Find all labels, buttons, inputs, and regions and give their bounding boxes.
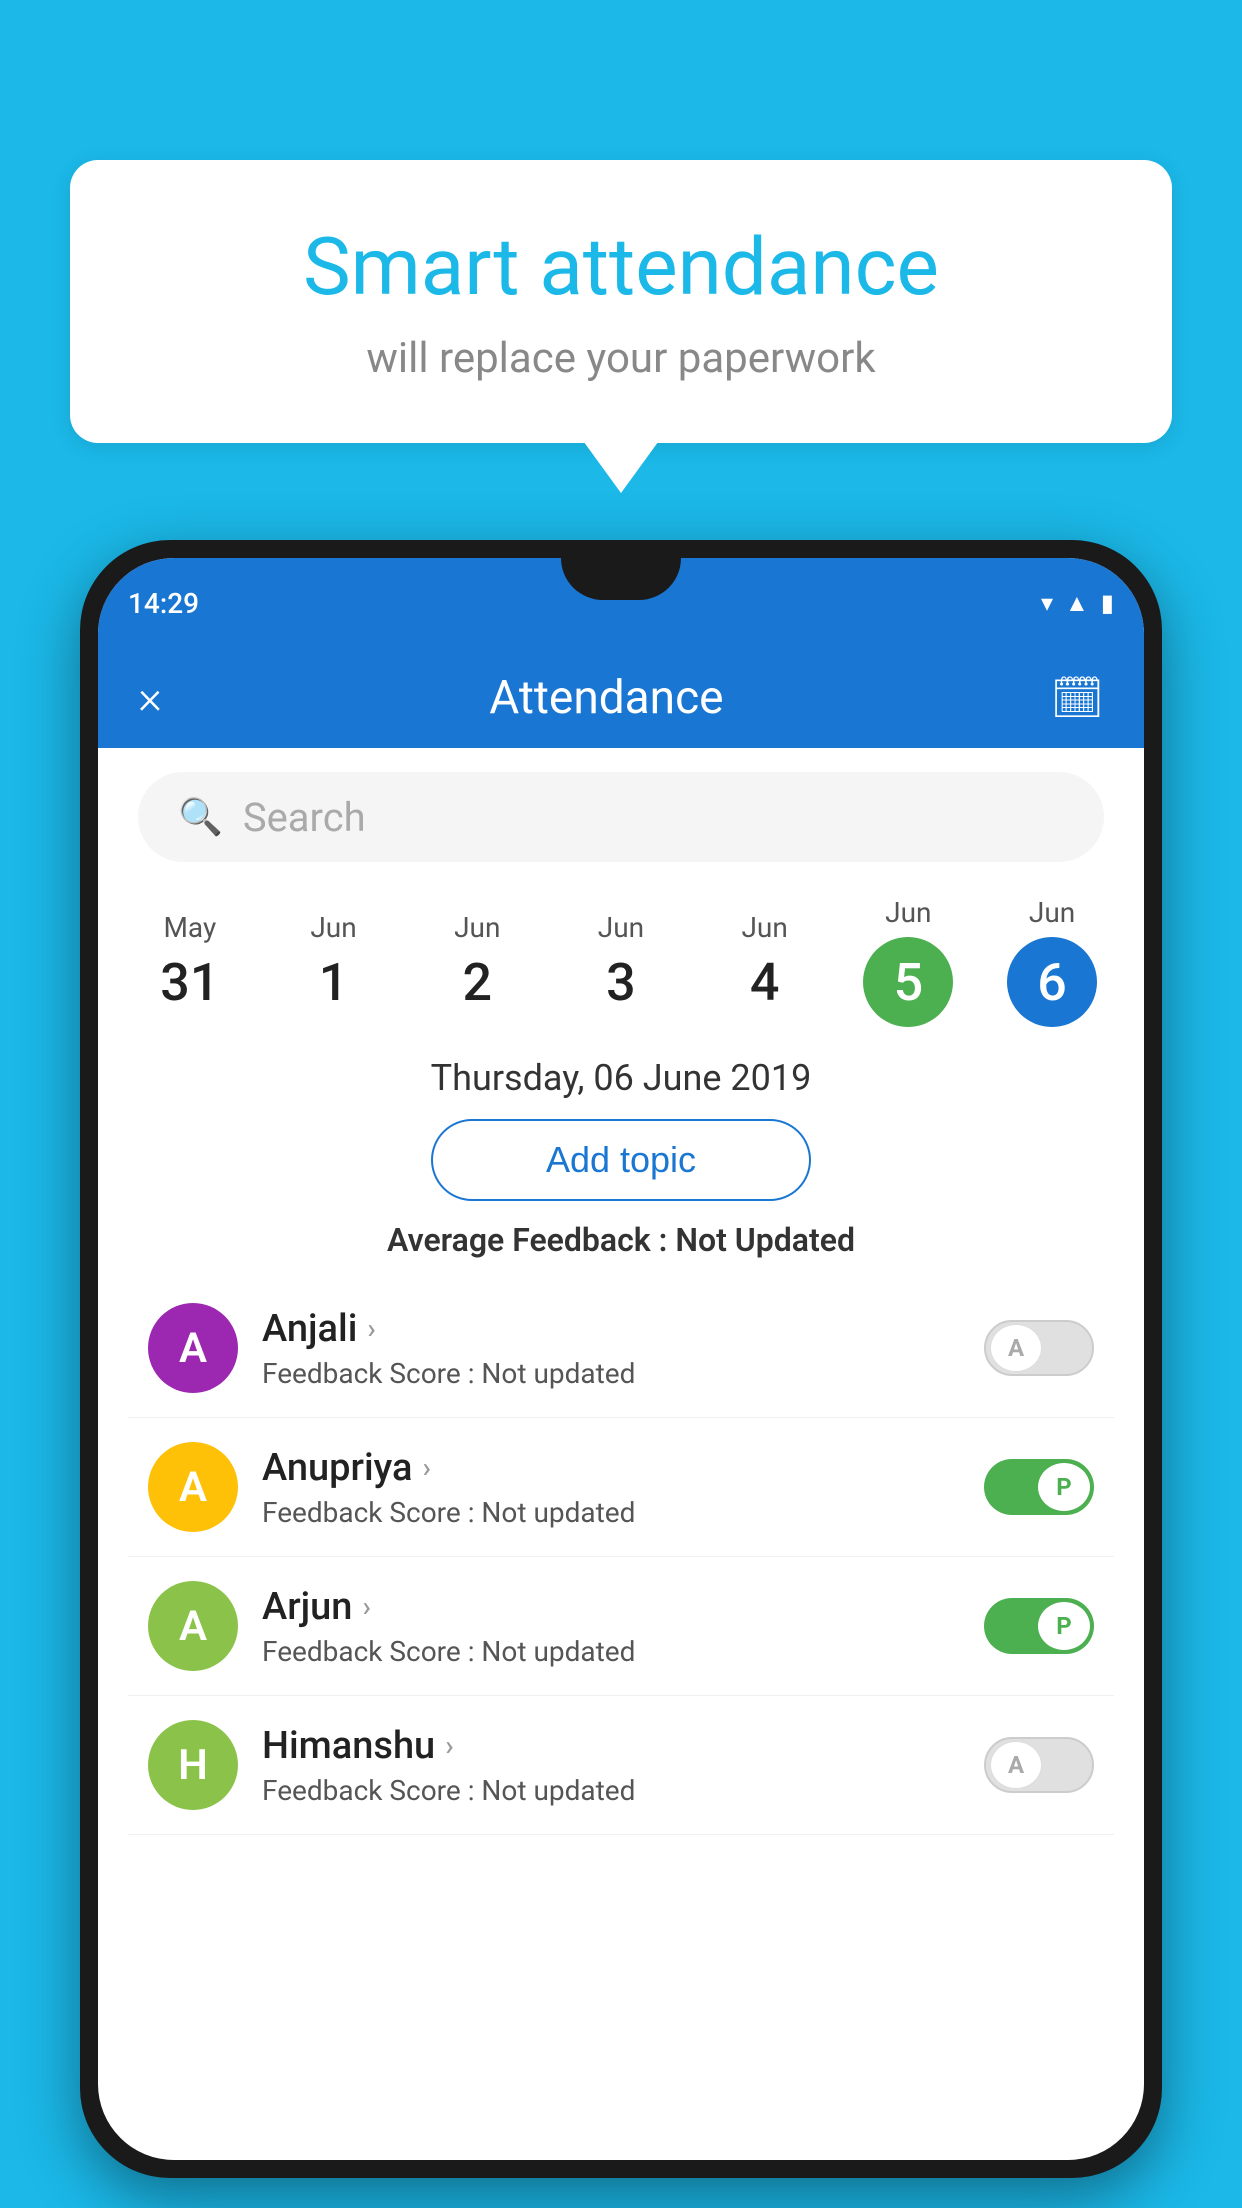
signal-icon: ▲ (1065, 589, 1089, 618)
student-name-anjali: Anjali (262, 1307, 357, 1351)
battery-icon: ▮ (1101, 589, 1114, 617)
student-name-arjun: Arjun (262, 1585, 352, 1629)
student-info-himanshu: Himanshu › Feedback Score : Not updated (262, 1724, 960, 1807)
status-bar: 14:29 ▾ ▲ ▮ (98, 558, 1144, 648)
selected-date-label: Thursday, 06 June 2019 (431, 1057, 812, 1099)
feedback-value-arjun: Not updated (481, 1635, 635, 1668)
attendance-toggle-anjali[interactable]: A (984, 1320, 1094, 1376)
feedback-value-anupriya: Not updated (481, 1496, 635, 1529)
student-info-anjali: Anjali › Feedback Score : Not updated (262, 1307, 960, 1390)
app-header: × Attendance 🗓 (98, 648, 1144, 748)
feedback-label-anupriya: Feedback Score : (262, 1496, 481, 1529)
feedback-value-anjali: Not updated (481, 1357, 635, 1390)
chevron-icon-arjun: › (362, 1590, 370, 1623)
feedback-label-anjali: Feedback Score : (262, 1357, 481, 1390)
calendar-icon[interactable]: 🗓 (1051, 674, 1104, 723)
student-info-arjun: Arjun › Feedback Score : Not updated (262, 1585, 960, 1668)
avatar-anupriya: A (148, 1442, 238, 1532)
date-item-may31[interactable]: May 31 (125, 911, 255, 1013)
status-time: 14:29 (128, 587, 199, 620)
student-info-anupriya: Anupriya › Feedback Score : Not updated (262, 1446, 960, 1529)
phone-frame: 14:29 ▾ ▲ ▮ × Attendance 🗓 🔍 Search May … (80, 540, 1162, 2178)
close-button[interactable]: × (138, 671, 162, 725)
date-item-jun6-selected[interactable]: Jun 6 (987, 896, 1117, 1027)
avatar-himanshu: H (148, 1720, 238, 1810)
avatar-anjali: A (148, 1303, 238, 1393)
speech-bubble-container: Smart attendance will replace your paper… (70, 160, 1172, 443)
toggle-knob-anjali: A (990, 1324, 1042, 1372)
chevron-icon-anjali: › (367, 1312, 375, 1345)
student-name-himanshu: Himanshu (262, 1724, 435, 1768)
chevron-icon-anupriya: › (422, 1451, 430, 1484)
header-title: Attendance (489, 671, 723, 725)
search-bar[interactable]: 🔍 Search (138, 772, 1104, 862)
student-list: A Anjali › Feedback Score : Not updated … (98, 1279, 1144, 1835)
date-item-jun1[interactable]: Jun 1 (269, 911, 399, 1013)
attendance-toggle-anupriya[interactable]: P (984, 1459, 1094, 1515)
wifi-icon: ▾ (1041, 589, 1053, 617)
feedback-label-himanshu: Feedback Score : (262, 1774, 481, 1807)
date-item-jun5-selected[interactable]: Jun 5 (843, 896, 973, 1027)
bubble-title: Smart attendance (150, 220, 1092, 314)
student-item-himanshu[interactable]: H Himanshu › Feedback Score : Not update… (128, 1696, 1114, 1835)
phone-inner: 14:29 ▾ ▲ ▮ × Attendance 🗓 🔍 Search May … (98, 558, 1144, 2160)
notch-cutout (561, 558, 681, 600)
date-item-jun2[interactable]: Jun 2 (412, 911, 542, 1013)
toggle-knob-arjun: P (1038, 1602, 1090, 1650)
speech-bubble: Smart attendance will replace your paper… (70, 160, 1172, 443)
avatar-arjun: A (148, 1581, 238, 1671)
feedback-label-arjun: Feedback Score : (262, 1635, 481, 1668)
avg-feedback-label: Average Feedback : (387, 1221, 675, 1259)
search-input[interactable]: Search (243, 794, 366, 841)
avg-feedback-value: Not Updated (675, 1221, 855, 1259)
date-selector: May 31 Jun 1 Jun 2 Jun 3 Jun 4 Jun 5 (98, 886, 1144, 1037)
average-feedback: Average Feedback : Not Updated (98, 1221, 1144, 1259)
student-item-anupriya[interactable]: A Anupriya › Feedback Score : Not update… (128, 1418, 1114, 1557)
toggle-knob-himanshu: A (990, 1741, 1042, 1789)
attendance-toggle-himanshu[interactable]: A (984, 1737, 1094, 1793)
date-item-jun3[interactable]: Jun 3 (556, 911, 686, 1013)
status-icons: ▾ ▲ ▮ (1041, 589, 1114, 618)
student-item-anjali[interactable]: A Anjali › Feedback Score : Not updated … (128, 1279, 1114, 1418)
student-item-arjun[interactable]: A Arjun › Feedback Score : Not updated P (128, 1557, 1114, 1696)
date-item-jun4[interactable]: Jun 4 (700, 911, 830, 1013)
student-name-anupriya: Anupriya (262, 1446, 412, 1490)
selected-date-info: Thursday, 06 June 2019 (98, 1057, 1144, 1099)
attendance-toggle-arjun[interactable]: P (984, 1598, 1094, 1654)
search-icon: 🔍 (178, 796, 223, 838)
bubble-subtitle: will replace your paperwork (150, 334, 1092, 383)
feedback-value-himanshu: Not updated (481, 1774, 635, 1807)
chevron-icon-himanshu: › (445, 1729, 453, 1762)
toggle-knob-anupriya: P (1038, 1463, 1090, 1511)
add-topic-button[interactable]: Add topic (431, 1119, 811, 1201)
